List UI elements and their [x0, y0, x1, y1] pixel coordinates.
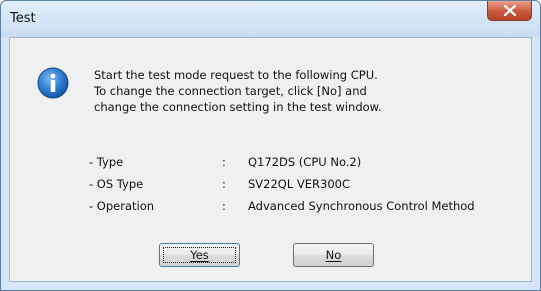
os-type-label: - OS Type: [89, 177, 144, 191]
title-bar[interactable]: Test: [1, 1, 540, 37]
operation-label: - Operation: [89, 199, 155, 213]
os-type-separator: :: [222, 177, 226, 191]
yes-button-label: Yes: [190, 248, 209, 262]
no-button[interactable]: No: [293, 243, 374, 267]
close-icon: [503, 5, 517, 16]
os-type-value: SV22QL VER300C: [248, 177, 351, 191]
message-line: Start the test mode request to the follo…: [94, 68, 378, 82]
operation-separator: :: [222, 199, 226, 213]
dialog-body: Start the test mode request to the follo…: [9, 37, 532, 282]
dialog-window: Test Start the test mode request to the …: [0, 0, 541, 291]
operation-value: Advanced Synchronous Control Method: [248, 199, 475, 213]
window-title: Test: [10, 11, 36, 26]
close-button[interactable]: [487, 1, 532, 21]
no-button-label: No: [325, 248, 342, 262]
information-icon: [37, 67, 69, 99]
yes-button[interactable]: Yes: [159, 243, 240, 267]
type-separator: :: [222, 155, 226, 169]
type-value: Q172DS (CPU No.2): [248, 155, 362, 169]
message-line: To change the connection target, click […: [94, 84, 367, 98]
message-text: Start the test mode request to the follo…: [94, 67, 382, 115]
message-line: change the connection setting in the tes…: [94, 100, 382, 114]
type-label: - Type: [89, 155, 124, 169]
